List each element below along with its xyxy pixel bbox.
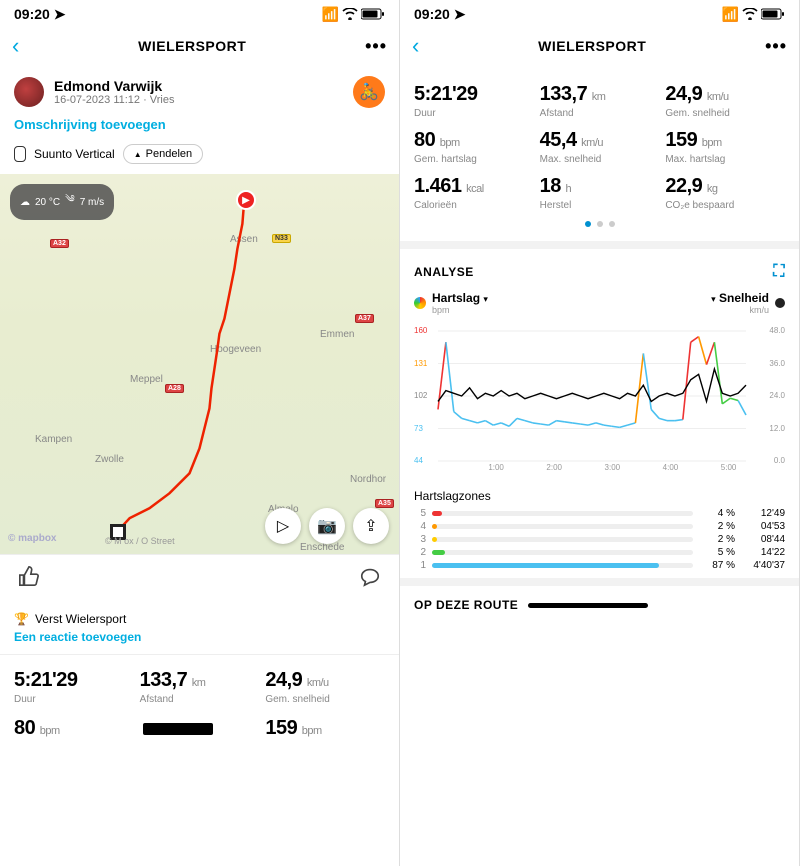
signal-icon: 📶 bbox=[722, 6, 739, 23]
more-button[interactable]: ••• bbox=[365, 36, 387, 57]
hr-series-icon bbox=[414, 297, 426, 309]
nav-bar: ‹ WIELERSPORT ••• bbox=[0, 25, 399, 67]
svg-text:3:00: 3:00 bbox=[605, 463, 621, 471]
comment-button[interactable] bbox=[359, 565, 381, 592]
analyse-section: ANALYSE ⛶ Hartslag ▾ bpm ▾ Snelheid km/u… bbox=[400, 241, 799, 578]
svg-text:5:00: 5:00 bbox=[721, 463, 737, 471]
route-path bbox=[0, 174, 399, 553]
achievement: 🏆 Verst Wielersport bbox=[0, 602, 399, 630]
zone-row-1: 187 %4'40'37 bbox=[414, 559, 785, 572]
stats-row2: 80 bpm159 bpm bbox=[0, 705, 399, 740]
page-title: WIELERSPORT bbox=[138, 38, 246, 54]
stat-CO₂e bespaard: 22,9 kgCO₂e bespaard bbox=[665, 175, 785, 211]
mapbox-logo: © mapbox bbox=[8, 533, 57, 544]
trophy-icon: 🏆 bbox=[14, 612, 29, 626]
activity-date: 16-07-2023 11:12 · Vries bbox=[54, 94, 174, 106]
wifi-icon bbox=[742, 7, 758, 23]
social-row bbox=[0, 554, 399, 602]
hr-zones: 54 %12'4942 %04'5332 %08'4425 %14'22187 … bbox=[414, 507, 785, 572]
activity-cycling-icon: 🚴 bbox=[353, 76, 385, 108]
page-dot-2[interactable] bbox=[597, 221, 603, 227]
zone-row-4: 42 %04'53 bbox=[414, 520, 785, 533]
analyse-title: ANALYSE bbox=[414, 265, 474, 279]
status-icons: 📶 bbox=[322, 6, 385, 23]
svg-text:4:00: 4:00 bbox=[663, 463, 679, 471]
stat-Gem. snelheid: 24,9 km/uGem. snelheid bbox=[665, 83, 785, 119]
analysis-chart[interactable]: 1:002:003:004:005:0044731021311600.012.0… bbox=[414, 321, 785, 481]
screen-left: 09:20 ➤ 📶 ‹ WIELERSPORT ••• Edmond Varwi… bbox=[0, 0, 400, 866]
page-title: WIELERSPORT bbox=[538, 38, 646, 54]
add-description-link[interactable]: Omschrijving toevoegen bbox=[0, 117, 399, 140]
profile-row[interactable]: Edmond Varwijk 16-07-2023 11:12 · Vries … bbox=[0, 67, 399, 117]
stat-Gem. snelheid: 24,9 km/uGem. snelheid bbox=[265, 669, 385, 705]
status-time: 09:20 bbox=[14, 6, 50, 22]
series-speed-label[interactable]: Snelheid bbox=[719, 291, 769, 305]
stat-Calorieën: 1.461 kcalCalorieën bbox=[414, 175, 534, 211]
nav-bar: ‹ WIELERSPORT ••• bbox=[400, 25, 799, 67]
zone-row-3: 32 %08'44 bbox=[414, 533, 785, 546]
zone-row-5: 54 %12'49 bbox=[414, 507, 785, 520]
stats-grid-full: 5:21'29Duur133,7 kmAfstand24,9 km/uGem. … bbox=[400, 67, 799, 211]
triangle-icon: ▲ bbox=[134, 150, 142, 159]
status-bar: 09:20 ➤ 📶 bbox=[0, 0, 399, 25]
page-dot-1[interactable] bbox=[585, 221, 591, 227]
page-dot-3[interactable] bbox=[609, 221, 615, 227]
status-time: 09:20 bbox=[414, 6, 450, 22]
like-button[interactable] bbox=[18, 565, 40, 592]
more-button[interactable]: ••• bbox=[765, 36, 787, 57]
stat-Max. snelheid: 45,4 km/uMax. snelheid bbox=[540, 129, 660, 165]
pager-dots[interactable] bbox=[400, 211, 799, 241]
battery-icon bbox=[361, 7, 385, 23]
device-name: Suunto Vertical bbox=[34, 147, 115, 161]
svg-text:2:00: 2:00 bbox=[546, 463, 562, 471]
stat-Afstand: 133,7 kmAfstand bbox=[140, 669, 260, 705]
stats-summary: 5:21'29Duur133,7 kmAfstand24,9 km/uGem. … bbox=[0, 654, 399, 705]
map-credit: © M ox / O Street bbox=[105, 536, 175, 546]
camera-button[interactable]: 📷 bbox=[309, 508, 345, 544]
status-bar: 09:20 ➤ 📶 bbox=[400, 0, 799, 25]
svg-text:1:00: 1:00 bbox=[488, 463, 504, 471]
expand-icon[interactable]: ⛶ bbox=[773, 263, 785, 281]
add-reaction-link[interactable]: Een reactie toevoegen bbox=[0, 630, 399, 654]
share-button[interactable]: ⇪ bbox=[353, 508, 389, 544]
on-route-section: OP DEZE ROUTE bbox=[400, 578, 799, 624]
battery-icon bbox=[761, 7, 785, 23]
stat-Herstel: 18 hHerstel bbox=[540, 175, 660, 211]
series-hr-label[interactable]: Hartslag bbox=[432, 291, 480, 305]
stat-Max. hartslag: 159 bpmMax. hartslag bbox=[665, 129, 785, 165]
speed-series-icon bbox=[775, 298, 785, 308]
location-arrow-icon: ➤ bbox=[54, 6, 66, 22]
play-button[interactable]: ▷ bbox=[265, 508, 301, 544]
signal-icon: 📶 bbox=[322, 6, 339, 23]
device-row: Suunto Vertical ▲Pendelen bbox=[0, 140, 399, 174]
stat-Gem. hartslag: 80 bpmGem. hartslag bbox=[414, 129, 534, 165]
user-name: Edmond Varwijk bbox=[54, 78, 174, 94]
watch-icon bbox=[14, 146, 26, 162]
stat-Duur: 5:21'29Duur bbox=[14, 669, 134, 705]
route-start-marker: ▶ bbox=[236, 190, 256, 210]
wifi-icon bbox=[342, 7, 358, 23]
stat-Duur: 5:21'29Duur bbox=[414, 83, 534, 119]
screen-right: 09:20 ➤ 📶 ‹ WIELERSPORT ••• 5:21'29Duur1… bbox=[400, 0, 800, 866]
avatar bbox=[14, 77, 44, 107]
route-bar bbox=[528, 603, 648, 608]
stat-Afstand: 133,7 kmAfstand bbox=[540, 83, 660, 119]
route-map[interactable]: ☁20 °C ༄7 m/s AssenEmmenHoogeveenMeppelZ… bbox=[0, 174, 399, 554]
zone-row-2: 25 %14'22 bbox=[414, 546, 785, 559]
status-icons: 📶 bbox=[722, 6, 785, 23]
back-button[interactable]: ‹ bbox=[412, 33, 419, 59]
back-button[interactable]: ‹ bbox=[12, 33, 19, 59]
location-arrow-icon: ➤ bbox=[454, 6, 466, 22]
tag-pill[interactable]: ▲Pendelen bbox=[123, 144, 203, 164]
zones-title: Hartslagzones bbox=[414, 481, 785, 507]
